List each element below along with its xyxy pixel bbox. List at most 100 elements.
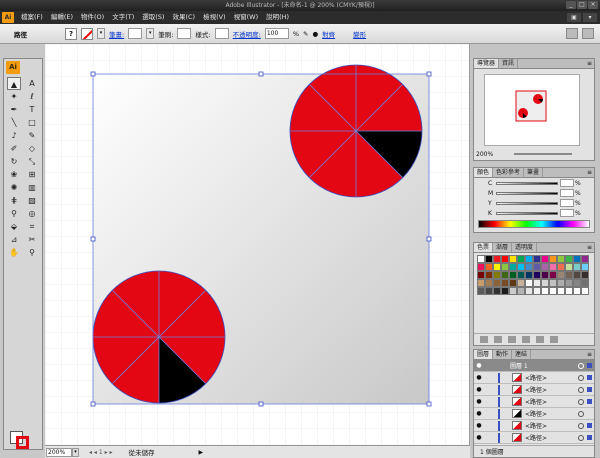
tab-layers[interactable]: 圖層 bbox=[474, 350, 494, 359]
transform-link[interactable]: 變形 bbox=[353, 29, 366, 39]
menu-help[interactable]: 說明(H) bbox=[262, 11, 293, 24]
artboard-svg[interactable] bbox=[45, 44, 470, 445]
swatch[interactable] bbox=[477, 271, 485, 279]
target-icon[interactable] bbox=[578, 434, 584, 441]
swatch[interactable] bbox=[525, 287, 533, 295]
navigator-zoom[interactable]: 200% bbox=[476, 151, 493, 158]
swatch[interactable] bbox=[581, 279, 589, 287]
swatch[interactable] bbox=[541, 263, 549, 271]
target-icon[interactable] bbox=[578, 386, 584, 393]
bridge-icon[interactable]: ▣ bbox=[567, 13, 581, 22]
magic-wand-tool[interactable]: ✦ bbox=[7, 90, 21, 103]
target-icon[interactable] bbox=[578, 422, 584, 429]
swatch-options-icon[interactable] bbox=[508, 336, 516, 343]
blend-tool[interactable]: ◎ bbox=[25, 207, 39, 220]
eyedropper-tool[interactable]: ⚲ bbox=[7, 207, 21, 220]
swatch[interactable] bbox=[533, 271, 541, 279]
swatch[interactable] bbox=[517, 255, 525, 263]
swatch[interactable] bbox=[533, 279, 541, 287]
swatch[interactable] bbox=[557, 279, 565, 287]
delete-swatch-icon[interactable] bbox=[550, 336, 558, 343]
free-transform-tool[interactable]: ⊞ bbox=[25, 168, 39, 181]
target-icon[interactable] bbox=[578, 398, 584, 405]
swatch[interactable] bbox=[573, 279, 581, 287]
rotate-tool[interactable]: ↻ bbox=[7, 155, 21, 168]
status-menu-arrow[interactable]: ▶ bbox=[199, 449, 204, 456]
yellow-slider[interactable] bbox=[496, 201, 558, 205]
swatch[interactable] bbox=[573, 287, 581, 295]
zoom-tool[interactable]: ⚲ bbox=[25, 246, 39, 259]
panel-menu-icon[interactable]: ≡ bbox=[587, 350, 594, 359]
layer-item[interactable]: ● <路徑> bbox=[474, 372, 594, 384]
symbol-sprayer-tool[interactable]: ✺ bbox=[7, 181, 21, 194]
swatch[interactable] bbox=[517, 287, 525, 295]
recolor-icon[interactable]: ✎ bbox=[303, 30, 308, 38]
swatch[interactable] bbox=[581, 255, 589, 263]
swatch[interactable] bbox=[517, 263, 525, 271]
eye-icon[interactable]: ● bbox=[474, 410, 484, 417]
slice-tool[interactable]: ⊿ bbox=[7, 233, 21, 246]
artboard-navigation[interactable]: ◂ ◂ 1 ▸ ▸ bbox=[89, 449, 113, 456]
show-kinds-icon[interactable] bbox=[494, 336, 502, 343]
scissors-tool[interactable]: ✂ bbox=[25, 233, 39, 246]
swatch[interactable] bbox=[533, 263, 541, 271]
align-link[interactable]: 對齊 bbox=[322, 29, 335, 39]
menu-type[interactable]: 文字(T) bbox=[108, 11, 138, 24]
swatch[interactable] bbox=[565, 255, 573, 263]
fill-dropdown[interactable]: ▾ bbox=[97, 28, 105, 39]
paintbrush-tool[interactable]: ♪ bbox=[7, 129, 21, 142]
eye-icon[interactable]: ● bbox=[474, 362, 484, 369]
swatch[interactable] bbox=[509, 287, 517, 295]
document-canvas[interactable] bbox=[45, 44, 470, 445]
zoom-dropdown[interactable]: ▾ bbox=[72, 447, 79, 457]
tab-navigator[interactable]: 導覽器 bbox=[474, 59, 500, 68]
stroke-swatch[interactable] bbox=[16, 436, 29, 449]
black-row[interactable]: K% bbox=[474, 208, 594, 218]
line-tool[interactable]: ╲ bbox=[7, 116, 21, 129]
swatch[interactable] bbox=[485, 287, 493, 295]
menu-select[interactable]: 選取(S) bbox=[138, 11, 168, 24]
swatch[interactable] bbox=[485, 279, 493, 287]
cyan-row[interactable]: C% bbox=[474, 178, 594, 188]
swatch[interactable] bbox=[501, 263, 509, 271]
swatch[interactable] bbox=[477, 279, 485, 287]
mesh-tool[interactable]: ⋕ bbox=[7, 194, 21, 207]
layer-item[interactable]: ● <路徑> bbox=[474, 396, 594, 408]
menu-object[interactable]: 物件(O) bbox=[77, 11, 108, 24]
swatch[interactable] bbox=[573, 263, 581, 271]
eye-icon[interactable]: ● bbox=[474, 374, 484, 381]
new-color-group-icon[interactable] bbox=[522, 336, 530, 343]
swatch[interactable] bbox=[541, 279, 549, 287]
swatch[interactable] bbox=[525, 271, 533, 279]
swatch[interactable] bbox=[533, 255, 541, 263]
zoom-field[interactable]: 200% bbox=[46, 447, 72, 457]
tab-swatches[interactable]: 色票 bbox=[474, 243, 494, 252]
gradient-tool[interactable]: ▨ bbox=[25, 194, 39, 207]
swatch[interactable] bbox=[525, 255, 533, 263]
swatch[interactable] bbox=[501, 279, 509, 287]
crop-area-tool[interactable]: ⌗ bbox=[25, 220, 39, 233]
yellow-row[interactable]: Y% bbox=[474, 198, 594, 208]
tab-info[interactable]: 資訊 bbox=[499, 59, 519, 68]
menu-window[interactable]: 視窗(W) bbox=[230, 11, 263, 24]
swatch[interactable] bbox=[517, 271, 525, 279]
swatch[interactable] bbox=[541, 271, 549, 279]
fill-swatch-none[interactable] bbox=[81, 27, 93, 40]
eye-icon[interactable]: ● bbox=[474, 398, 484, 405]
magenta-slider[interactable] bbox=[496, 191, 558, 195]
swatch[interactable] bbox=[581, 271, 589, 279]
pencil-tool[interactable]: ✎ bbox=[25, 129, 39, 142]
swatch[interactable] bbox=[477, 255, 485, 263]
menu-effect[interactable]: 效果(C) bbox=[168, 11, 199, 24]
type-tool[interactable]: T bbox=[25, 103, 39, 116]
hand-tool[interactable]: ✋ bbox=[7, 246, 21, 259]
close-button[interactable]: × bbox=[588, 1, 598, 9]
swatch[interactable] bbox=[557, 263, 565, 271]
yellow-input[interactable] bbox=[560, 199, 574, 207]
direct-selection-tool[interactable]: A bbox=[25, 77, 39, 90]
layer-item[interactable]: ● <路徑> bbox=[474, 432, 594, 444]
warp-tool[interactable]: ❀ bbox=[7, 168, 21, 181]
swatch[interactable] bbox=[525, 263, 533, 271]
opacity-input[interactable]: 100 bbox=[264, 28, 289, 39]
swatch[interactable] bbox=[541, 255, 549, 263]
